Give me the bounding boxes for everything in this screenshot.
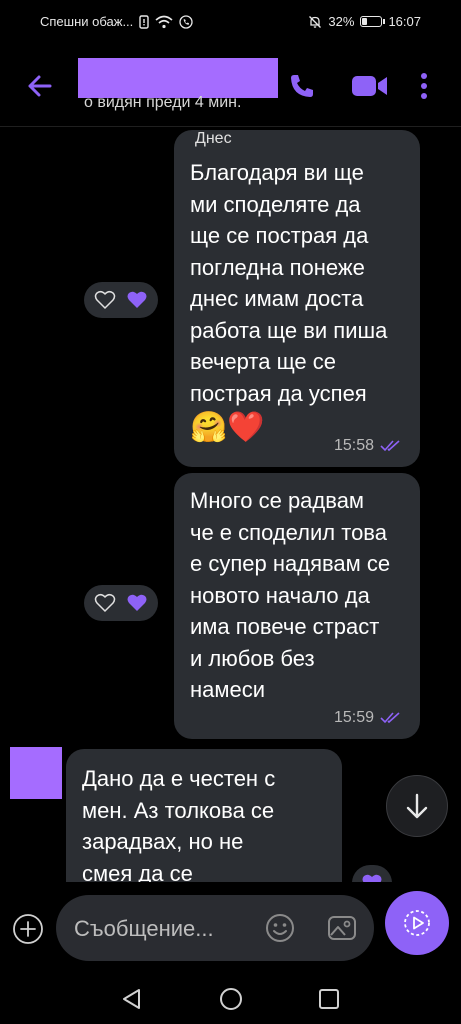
battery-icon <box>360 16 386 27</box>
carrier-label: Спешни обаж... <box>40 14 134 29</box>
triangle-back-icon <box>123 989 140 1009</box>
contact-avatar-redacted[interactable] <box>10 747 62 799</box>
status-left: Спешни обаж... <box>40 14 193 29</box>
phone-icon <box>291 75 313 97</box>
wifi-icon <box>155 15 173 28</box>
sim-icon <box>139 14 149 29</box>
back-button[interactable] <box>22 68 58 104</box>
date-separator: Днес <box>195 130 232 147</box>
smiley-icon <box>266 914 294 942</box>
double-check-icon <box>380 440 400 452</box>
status-bar: Спешни обаж... 32% 16:07 <box>0 0 461 46</box>
message-time: 15:59 <box>333 709 374 726</box>
scroll-to-bottom-button[interactable] <box>386 775 448 837</box>
battery-fill <box>362 18 368 25</box>
chat-header: о видян преди 4 мин. <box>0 46 461 127</box>
image-icon <box>328 916 356 940</box>
message-composer <box>0 882 461 972</box>
chat-area[interactable]: Благодаря ви ще ми споделяте да ще се по… <box>0 127 461 882</box>
message-input-container[interactable] <box>56 895 374 963</box>
message-bubble-outgoing[interactable]: Благодаря ви ще ми споделяте да ще се по… <box>174 130 420 467</box>
message-meta: 15:59 <box>334 709 404 727</box>
video-camera-icon <box>352 76 387 96</box>
viber-icon <box>179 14 193 29</box>
circle-home-icon <box>220 988 242 1010</box>
message-text: Дано да е честен с мен. Аз толкова се за… <box>82 766 276 882</box>
status-right: 32% 16:07 <box>308 14 421 29</box>
message-time: 15:58 <box>333 437 374 454</box>
reaction-bar[interactable] <box>84 585 158 621</box>
clock: 16:07 <box>388 14 421 29</box>
heart-filled-icon[interactable] <box>126 290 148 310</box>
nav-back-button[interactable] <box>119 986 145 1012</box>
reaction-bar[interactable] <box>84 282 158 318</box>
battery-percent: 32% <box>328 14 355 29</box>
arrow-down-icon <box>406 793 428 819</box>
nav-home-button[interactable] <box>218 986 244 1012</box>
play-circle-icon <box>404 910 430 936</box>
attach-button[interactable] <box>12 913 44 945</box>
heart-filled-icon[interactable] <box>126 593 148 613</box>
contact-name-redacted[interactable] <box>78 58 278 98</box>
message-text: Много се радвам че е споделил това е суп… <box>190 488 391 702</box>
sticker-button[interactable] <box>264 912 296 944</box>
call-button[interactable] <box>282 66 322 106</box>
contact-last-seen: о видян преди 4 мин. <box>84 94 242 111</box>
reaction-bar-partial[interactable] <box>352 865 392 882</box>
double-check-icon <box>380 712 400 724</box>
message-bubble-outgoing[interactable]: Много се радвам че е споделил това е суп… <box>174 473 420 739</box>
back-arrow-icon <box>28 75 52 97</box>
heart-outline-icon[interactable] <box>94 593 116 613</box>
message-input[interactable] <box>72 895 266 963</box>
square-recents-icon <box>319 989 339 1009</box>
more-vertical-icon <box>421 73 427 99</box>
system-navigation-bar <box>0 972 461 1024</box>
message-meta: 15:58 <box>334 437 404 455</box>
heart-filled-icon[interactable] <box>361 873 383 882</box>
nav-recents-button[interactable] <box>316 986 342 1012</box>
more-options-button[interactable] <box>412 66 436 106</box>
message-text: Благодаря ви ще ми споделяте да ще се по… <box>190 160 388 406</box>
mute-bell-icon <box>309 15 322 28</box>
heart-outline-icon[interactable] <box>94 290 116 310</box>
message-bubble-incoming[interactable]: Дано да е честен с мен. Аз толкова се за… <box>66 749 342 882</box>
video-call-button[interactable] <box>350 66 390 106</box>
plus-circle-icon <box>13 914 43 944</box>
voice-video-send-button[interactable] <box>385 891 449 955</box>
gallery-button[interactable] <box>326 912 358 944</box>
